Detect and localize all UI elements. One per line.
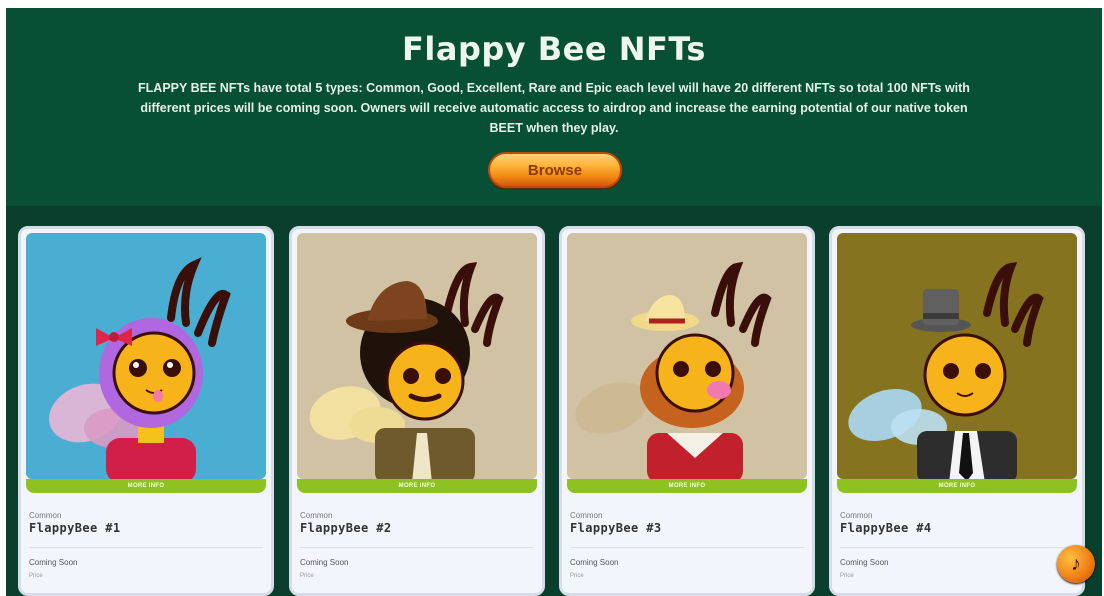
bee-illustration: [837, 233, 1077, 479]
price-label: Price: [570, 573, 584, 579]
nft-image[interactable]: [297, 233, 537, 479]
card-divider: [300, 547, 534, 548]
more-info-bar[interactable]: MORE INFO: [26, 479, 266, 493]
price-label: Price: [840, 573, 854, 579]
page-title: Flappy Bee NFTs: [402, 30, 706, 68]
nft-grid: MORE INFO Common FlappyBee #1 Coming Soo…: [18, 226, 1088, 596]
rarity-label: Common: [29, 511, 62, 520]
more-info-bar[interactable]: MORE INFO: [837, 479, 1077, 493]
bee-illustration: [567, 233, 807, 479]
nft-name: FlappyBee #4: [840, 521, 932, 535]
price-label: Price: [29, 573, 43, 579]
status-text: Coming Soon: [300, 558, 349, 567]
bee-illustration: [297, 233, 537, 479]
nft-card[interactable]: MORE INFO Common FlappyBee #2 Coming Soo…: [289, 226, 545, 596]
nft-name: FlappyBee #2: [300, 521, 392, 535]
status-text: Coming Soon: [29, 558, 78, 567]
price-label: Price: [300, 573, 314, 579]
more-info-bar[interactable]: MORE INFO: [297, 479, 537, 493]
card-divider: [29, 547, 263, 548]
bee-illustration: [26, 233, 266, 479]
hero-section: Flappy Bee NFTs FLAPPY BEE NFTs have tot…: [6, 8, 1102, 206]
nft-card[interactable]: MORE INFO Common FlappyBee #4 Coming Soo…: [829, 226, 1085, 596]
nft-name: FlappyBee #3: [570, 521, 662, 535]
card-divider: [570, 547, 804, 548]
rarity-label: Common: [300, 511, 333, 520]
status-text: Coming Soon: [840, 558, 889, 567]
nft-image[interactable]: [567, 233, 807, 479]
rarity-label: Common: [570, 511, 603, 520]
music-note-icon[interactable]: ♪: [1057, 545, 1095, 583]
nft-card[interactable]: MORE INFO Common FlappyBee #1 Coming Soo…: [18, 226, 274, 596]
rarity-label: Common: [840, 511, 873, 520]
status-text: Coming Soon: [570, 558, 619, 567]
nft-image[interactable]: [837, 233, 1077, 479]
card-divider: [840, 547, 1074, 548]
nft-name: FlappyBee #1: [29, 521, 121, 535]
browse-button[interactable]: Browse: [488, 152, 622, 188]
nft-card[interactable]: MORE INFO Common FlappyBee #3 Coming Soo…: [559, 226, 815, 596]
hero-description: FLAPPY BEE NFTs have total 5 types: Comm…: [138, 81, 970, 135]
nft-image[interactable]: [26, 233, 266, 479]
more-info-bar[interactable]: MORE INFO: [567, 479, 807, 493]
